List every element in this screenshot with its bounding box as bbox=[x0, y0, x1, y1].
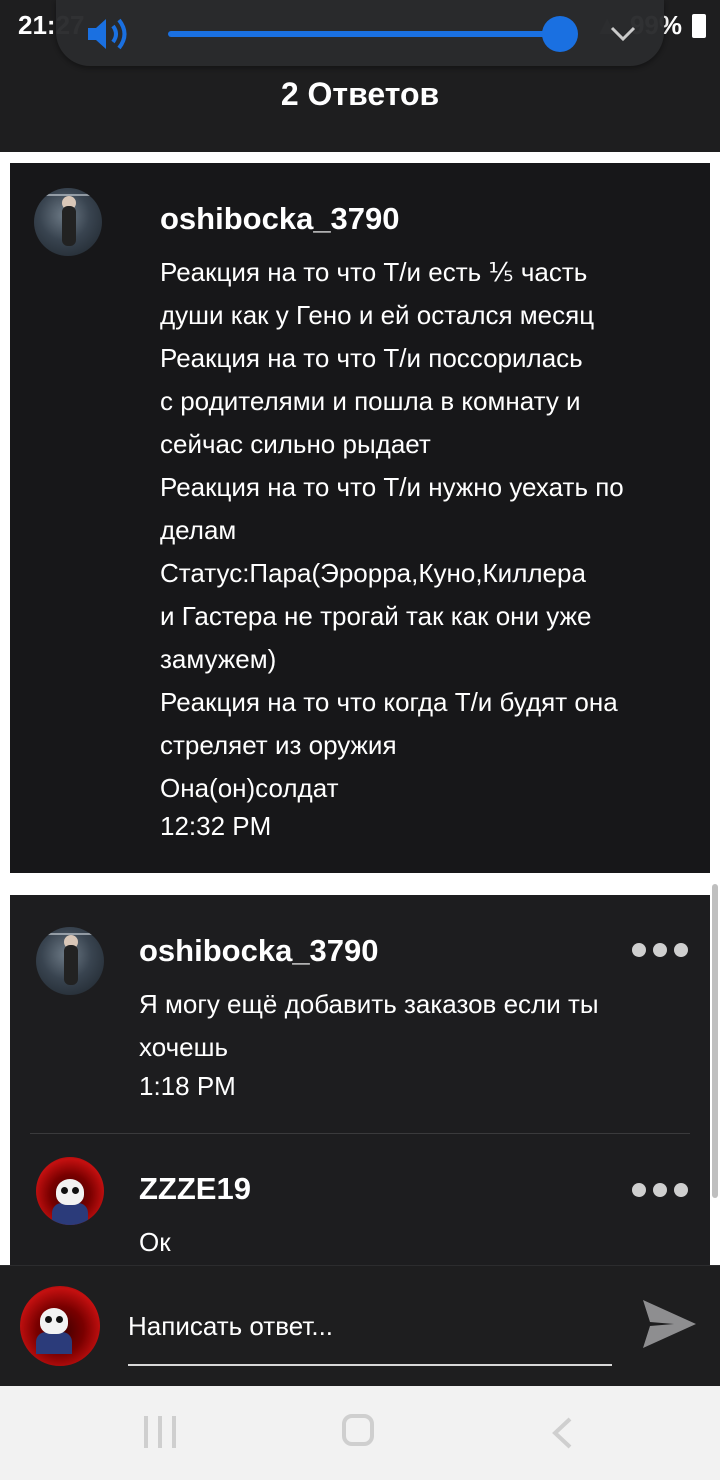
comment-line: с родителями и пошла в комнату и bbox=[160, 386, 581, 416]
battery-icon bbox=[692, 13, 706, 38]
scrollbar[interactable] bbox=[712, 884, 718, 1198]
comment-line: стреляет из оружия bbox=[160, 730, 397, 760]
reply-line: Я могу ещё добавить заказов если ты bbox=[139, 989, 599, 1019]
more-dots-icon[interactable] bbox=[632, 1183, 688, 1197]
reply-text: Ок bbox=[139, 1221, 679, 1264]
comment-line: делам bbox=[160, 515, 237, 545]
reply-composer: Написать ответ... bbox=[0, 1265, 720, 1386]
volume-slider-track[interactable] bbox=[168, 31, 560, 37]
comment-username[interactable]: oshibocka_3790 bbox=[160, 201, 400, 237]
avatar[interactable] bbox=[34, 188, 102, 256]
comment-line: замужем) bbox=[160, 644, 277, 674]
comment-text: Реакция на то что Т/и есть ⅕ часть души … bbox=[160, 251, 696, 810]
reply-item: ZZZE19 Ок bbox=[10, 1135, 710, 1265]
page-title: 2 Ответов bbox=[280, 76, 440, 112]
divider bbox=[30, 1133, 690, 1134]
volume-slider-knob[interactable] bbox=[542, 16, 578, 52]
reply-line: хочешь bbox=[139, 1032, 229, 1062]
top-bar: 21:27 ▲ 99% 2 Ответов bbox=[0, 0, 720, 152]
recent-apps-icon[interactable] bbox=[144, 1416, 176, 1448]
reply-timestamp: 1:18 PM bbox=[139, 1071, 236, 1101]
comment-line: Реакция на то что когда Т/и будят она bbox=[160, 687, 618, 717]
comment-line: Реакция на то что Т/и есть ⅕ часть bbox=[160, 257, 588, 287]
replies-list[interactable]: oshibocka_3790 Я могу ещё добавить заказ… bbox=[10, 895, 710, 1265]
avatar[interactable] bbox=[36, 927, 104, 995]
reply-username[interactable]: oshibocka_3790 bbox=[139, 933, 379, 969]
home-icon[interactable] bbox=[342, 1414, 374, 1446]
reply-text: Я могу ещё добавить заказов если ты хоче… bbox=[139, 983, 679, 1069]
comment-line: души как у Гено и ей остался месяц bbox=[160, 300, 595, 330]
comment-line: Она(он)солдат bbox=[160, 773, 339, 803]
comment-timestamp: 12:32 PM bbox=[160, 811, 272, 841]
send-icon[interactable] bbox=[640, 1296, 698, 1352]
reply-input[interactable]: Написать ответ... bbox=[128, 1294, 612, 1366]
speaker-icon[interactable] bbox=[86, 14, 130, 54]
avatar[interactable] bbox=[36, 1157, 104, 1225]
back-icon[interactable] bbox=[550, 1416, 574, 1450]
comment-line: Реакция на то что Т/и поссорилась bbox=[160, 343, 583, 373]
avatar bbox=[20, 1286, 100, 1366]
reply-line: Ок bbox=[139, 1227, 171, 1257]
more-dots-icon[interactable] bbox=[632, 943, 688, 957]
reply-username[interactable]: ZZZE19 bbox=[139, 1171, 251, 1207]
volume-panel bbox=[56, 0, 664, 66]
comment-line: Реакция на то что Т/и нужно уехать по bbox=[160, 472, 624, 502]
parent-comment: oshibocka_3790 Реакция на то что Т/и ест… bbox=[10, 163, 710, 873]
comment-line: и Гастера не трогай так как они уже bbox=[160, 601, 592, 631]
comment-line: сейчас сильно рыдает bbox=[160, 429, 431, 459]
reply-item: oshibocka_3790 Я могу ещё добавить заказ… bbox=[10, 895, 710, 1133]
chevron-down-icon[interactable] bbox=[608, 18, 638, 48]
comment-line: Статус:Пара(Эрорра,Куно,Киллера bbox=[160, 558, 586, 588]
system-nav-bar bbox=[0, 1386, 720, 1480]
